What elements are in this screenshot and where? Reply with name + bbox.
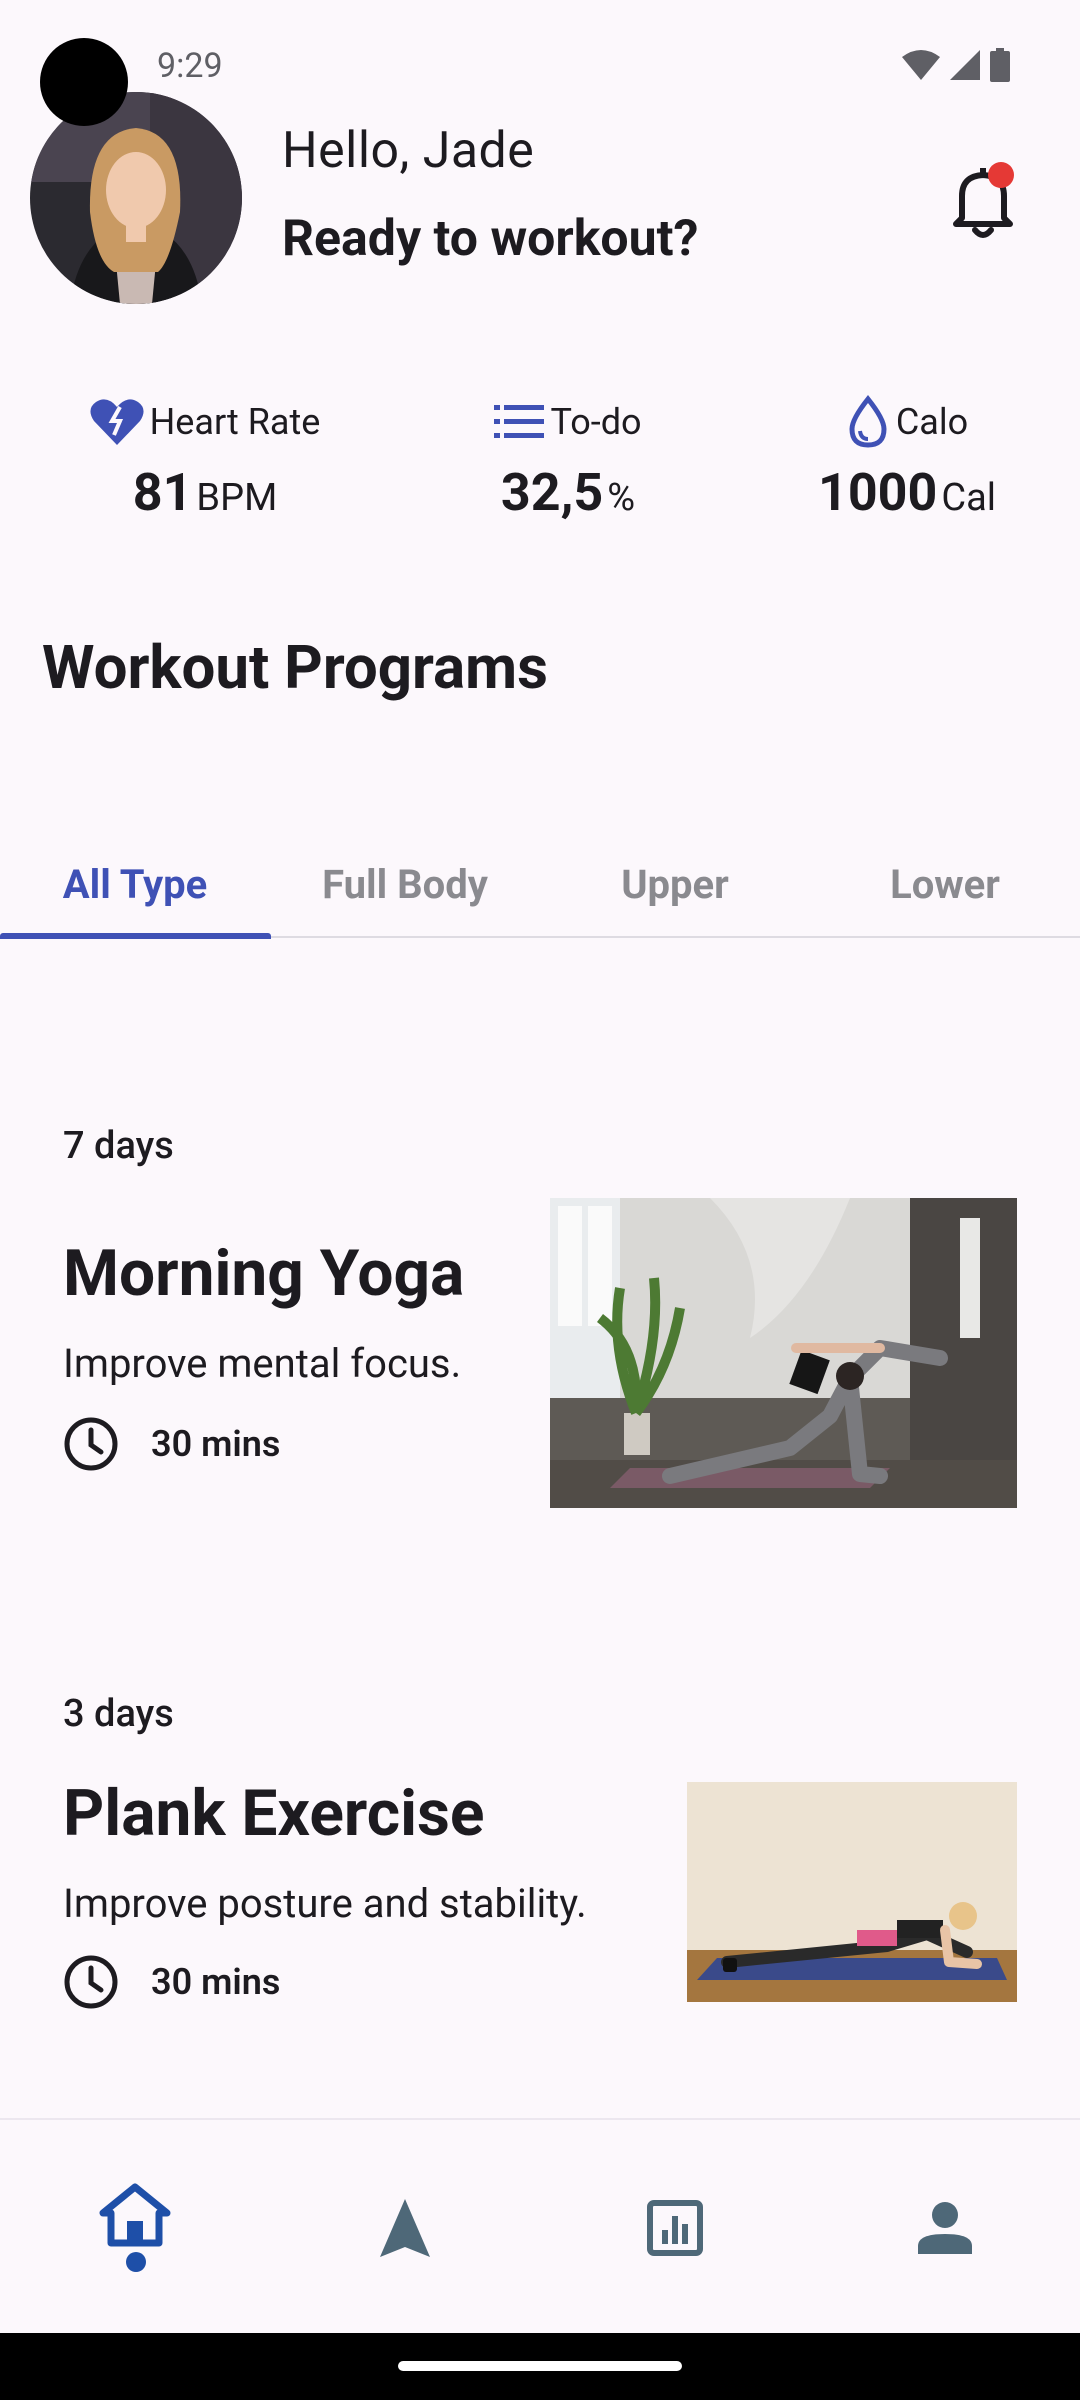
stat-value: 81 (132, 462, 193, 523)
stat-unit: Cal (941, 476, 996, 520)
stat-todo: To-do 32,5 % (448, 392, 688, 523)
stat-heart-rate: Heart Rate 81 BPM (80, 392, 330, 523)
status-time: 9:29 (157, 46, 223, 86)
duration-text: 30 mins (151, 1423, 281, 1465)
battery-icon (990, 48, 1010, 82)
program-days: 7 days (63, 1124, 174, 1168)
tab-all-type[interactable]: All Type (0, 830, 270, 938)
stat-label: Calo (895, 401, 969, 443)
wifi-icon (902, 50, 940, 80)
notification-badge (988, 162, 1014, 188)
stats-row: Heart Rate 81 BPM To-do 32,5 % Calo 1000… (0, 392, 1080, 532)
tab-label: Upper (621, 860, 729, 908)
list-icon (494, 405, 545, 438)
tab-label: Full Body (322, 860, 488, 908)
greeting-text: Hello, Jade (282, 122, 535, 180)
plank-exercise-image (687, 1782, 1017, 2002)
stat-value: 32,5 (500, 462, 604, 523)
home-gesture-handle[interactable] (398, 2361, 682, 2371)
cellular-signal-icon (950, 50, 980, 80)
chart-icon (647, 2199, 703, 2256)
water-drop-icon (849, 395, 887, 448)
program-duration: 30 mins (63, 1954, 280, 2010)
program-card-morning-yoga[interactable]: 7 days Morning Yoga Improve mental focus… (0, 1100, 1080, 1560)
stat-unit: % (607, 476, 636, 520)
greeting-subtitle: Ready to workout? (282, 210, 699, 268)
tab-full-body[interactable]: Full Body (270, 830, 540, 938)
duration-text: 30 mins (151, 1961, 281, 2003)
clock-icon (64, 1417, 118, 1471)
status-bar: 9:29 (0, 0, 1080, 126)
morning-yoga-image (550, 1198, 1017, 1508)
heart-rate-icon (90, 399, 144, 445)
stat-value: 1000 (818, 462, 938, 523)
tab-upper[interactable]: Upper (540, 830, 810, 938)
nav-home[interactable] (0, 2120, 270, 2335)
tab-label: All Type (62, 860, 208, 908)
program-title: Plank Exercise (63, 1776, 485, 1851)
nav-profile[interactable] (810, 2120, 1080, 2335)
system-gesture-bar (0, 2333, 1080, 2400)
nav-explore[interactable] (270, 2120, 540, 2335)
bottom-navigation (0, 2118, 1080, 2333)
program-duration: 30 mins (63, 1416, 280, 1472)
program-type-tabs: All Type Full Body Upper Lower (0, 830, 1080, 939)
clock-icon (64, 1955, 118, 2009)
section-title: Workout Programs (42, 632, 548, 703)
header: Hello, Jade Ready to workout? (0, 90, 1080, 310)
nav-active-indicator (126, 2252, 146, 2272)
program-title: Morning Yoga (63, 1236, 465, 1311)
stat-label: Heart Rate (149, 401, 321, 443)
stat-label: To-do (550, 401, 642, 443)
program-description: Improve mental focus. (63, 1340, 462, 1387)
tab-indicator (0, 933, 271, 939)
navigation-icon (380, 2198, 430, 2257)
tab-label: Lower (890, 860, 1000, 908)
tab-lower[interactable]: Lower (810, 830, 1080, 938)
avatar[interactable] (30, 92, 242, 304)
program-description: Improve posture and stability. (63, 1880, 587, 1927)
program-days: 3 days (63, 1692, 174, 1736)
stat-unit: BPM (196, 476, 278, 520)
nav-stats[interactable] (540, 2120, 810, 2335)
person-icon (918, 2201, 972, 2254)
stat-calories: Calo 1000 Cal (800, 392, 1014, 523)
front-camera (40, 38, 128, 126)
home-icon (99, 2183, 171, 2246)
status-icons (902, 48, 1010, 82)
program-card-plank-exercise[interactable]: 3 days Plank Exercise Improve posture an… (0, 1670, 1080, 2030)
